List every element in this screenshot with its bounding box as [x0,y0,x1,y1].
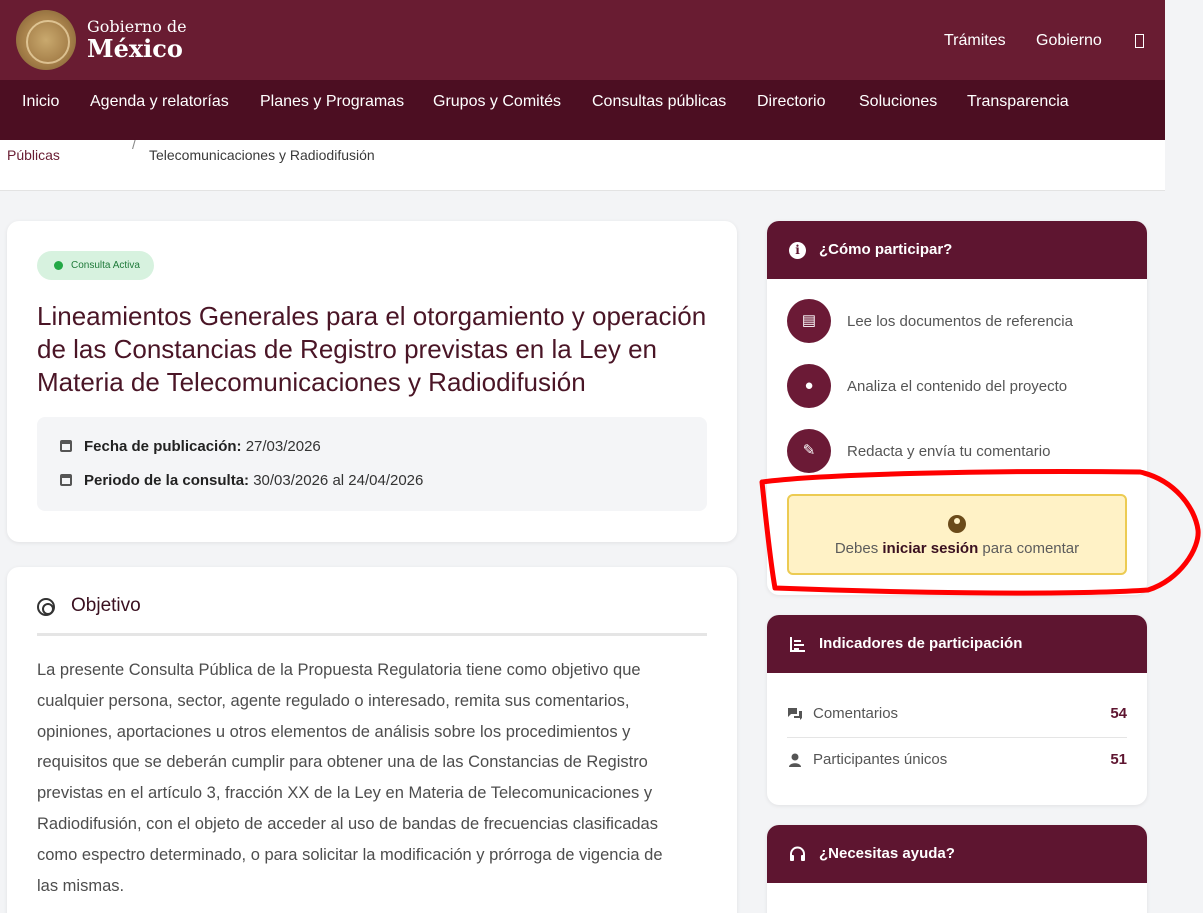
document-icon: ▤ [787,299,831,343]
period-label: Periodo de la consulta: [84,472,250,489]
breadcrumb-separator: / [132,140,136,152]
indicator-value: 54 [1110,705,1127,722]
breadcrumb-prev[interactable]: Públicas [7,147,60,163]
user-circle-icon [948,515,966,533]
objetivo-line: como espectro determinado, o para solici… [37,845,663,864]
brand-line2: México [87,34,183,63]
login-link[interactable]: iniciar sesión [882,540,978,557]
pub-date-value: 27/03/2026 [245,438,321,455]
status-badge: Consulta Activa [37,251,154,280]
calendar-icon [60,440,72,452]
comments-icon [788,708,802,720]
target-icon [37,598,55,616]
ayuda-header: ¿Necesitas ayuda? [767,825,1147,883]
indicator-row: Comentarios 54 [787,693,1127,739]
indicator-label: Comentarios [813,705,899,722]
consulta-card: Consulta Activa Lineamientos Generales p… [7,221,737,542]
participar-card: i ¿Cómo participar? ▤ Lee los documentos… [767,221,1147,595]
brand-logo[interactable]: Gobierno de México [87,18,187,62]
participar-header: i ¿Cómo participar? [767,221,1147,279]
calendar-icon [60,474,72,486]
nav-item-inicio[interactable]: Inicio [22,93,59,111]
nav-item-grupos[interactable]: Grupos y Comités [433,93,561,111]
seal-icon[interactable] [16,10,76,70]
ayuda-heading: ¿Necesitas ayuda? [819,845,955,862]
nav-item-soluciones[interactable]: Soluciones [859,93,937,111]
pub-date-label: Fecha de publicación: [84,438,242,455]
breadcrumb-current: Telecomunicaciones y Radiodifusión [149,147,375,163]
top-header: Gobierno de México Trámites Gobierno [0,0,1165,80]
indicator-value: 51 [1110,751,1127,768]
divider [37,633,707,636]
login-prefix: Debes [834,540,883,557]
nav-item-consultas[interactable]: Consultas públicas [592,93,726,111]
lightbulb-icon: ● [787,364,831,408]
period-value: 30/03/2026 al 24/04/2026 [253,472,424,489]
step-label: Lee los documentos de referencia [847,313,1073,330]
breadcrumb: Públicas / Telecomunicaciones y Radiodif… [0,140,1165,191]
step-label: Redacta y envía tu comentario [847,443,1051,460]
nav-item-directorio[interactable]: Directorio [757,93,825,111]
link-gobierno[interactable]: Gobierno [1036,32,1102,50]
objetivo-line: Radiodifusión, con el objeto de acceder … [37,814,658,833]
divider [787,737,1127,738]
link-tramites[interactable]: Trámites [944,32,1006,50]
nav-item-agenda[interactable]: Agenda y relatorías [90,93,229,111]
objetivo-line: cualquier persona, sector, agente regula… [37,691,630,710]
info-icon: i [789,242,806,259]
objetivo-card: Objetivo La presente Consulta Pública de… [7,567,737,913]
indicadores-heading: Indicadores de participación [819,635,1023,652]
nav-item-transparencia[interactable]: Transparencia [967,93,1069,111]
pub-date-row: Fecha de publicación: 27/03/2026 [60,438,321,455]
user-icon [789,753,801,767]
status-dot-icon [54,261,63,270]
indicadores-card: Indicadores de participación Comentarios… [767,615,1147,805]
login-suffix: para comentar [978,540,1080,557]
objetivo-line: requisitos que se deberán cumplir para o… [37,753,648,772]
indicator-row: Participantes únicos 51 [787,739,1127,785]
search-icon[interactable] [1135,34,1144,48]
participar-heading: ¿Cómo participar? [819,241,953,258]
status-label: Consulta Activa [71,260,140,271]
objetivo-line: opiniones, aportaciones u otros elemento… [37,722,631,741]
headset-icon [790,846,805,861]
pencil-icon: ✎ [787,429,831,473]
login-notice: Debes iniciar sesión para comentar [787,494,1127,575]
objetivo-line: La presente Consulta Pública de la Propu… [37,661,641,679]
main-nav: Inicio Agenda y relatorías Planes y Prog… [0,80,1165,140]
objetivo-line: las mismas. [37,876,125,895]
objetivo-line: previstas en el artículo 3, fracción XX … [37,784,653,803]
login-message: Debes iniciar sesión para comentar [789,540,1125,557]
objetivo-text: La presente Consulta Pública de la Propu… [37,655,707,901]
step-label: Analiza el contenido del proyecto [847,378,1068,395]
nav-item-planes[interactable]: Planes y Programas [260,93,404,111]
chart-icon [790,637,805,652]
objetivo-heading: Objetivo [71,595,141,616]
indicator-label: Participantes únicos [813,751,948,768]
dates-box: Fecha de publicación: 27/03/2026 Periodo… [37,417,707,511]
period-row: Periodo de la consulta: 30/03/2026 al 24… [60,472,423,489]
ayuda-card: ¿Necesitas ayuda? [767,825,1147,913]
page-title: Lineamientos Generales para el otorgamie… [37,301,707,397]
indicadores-header: Indicadores de participación [767,615,1147,673]
